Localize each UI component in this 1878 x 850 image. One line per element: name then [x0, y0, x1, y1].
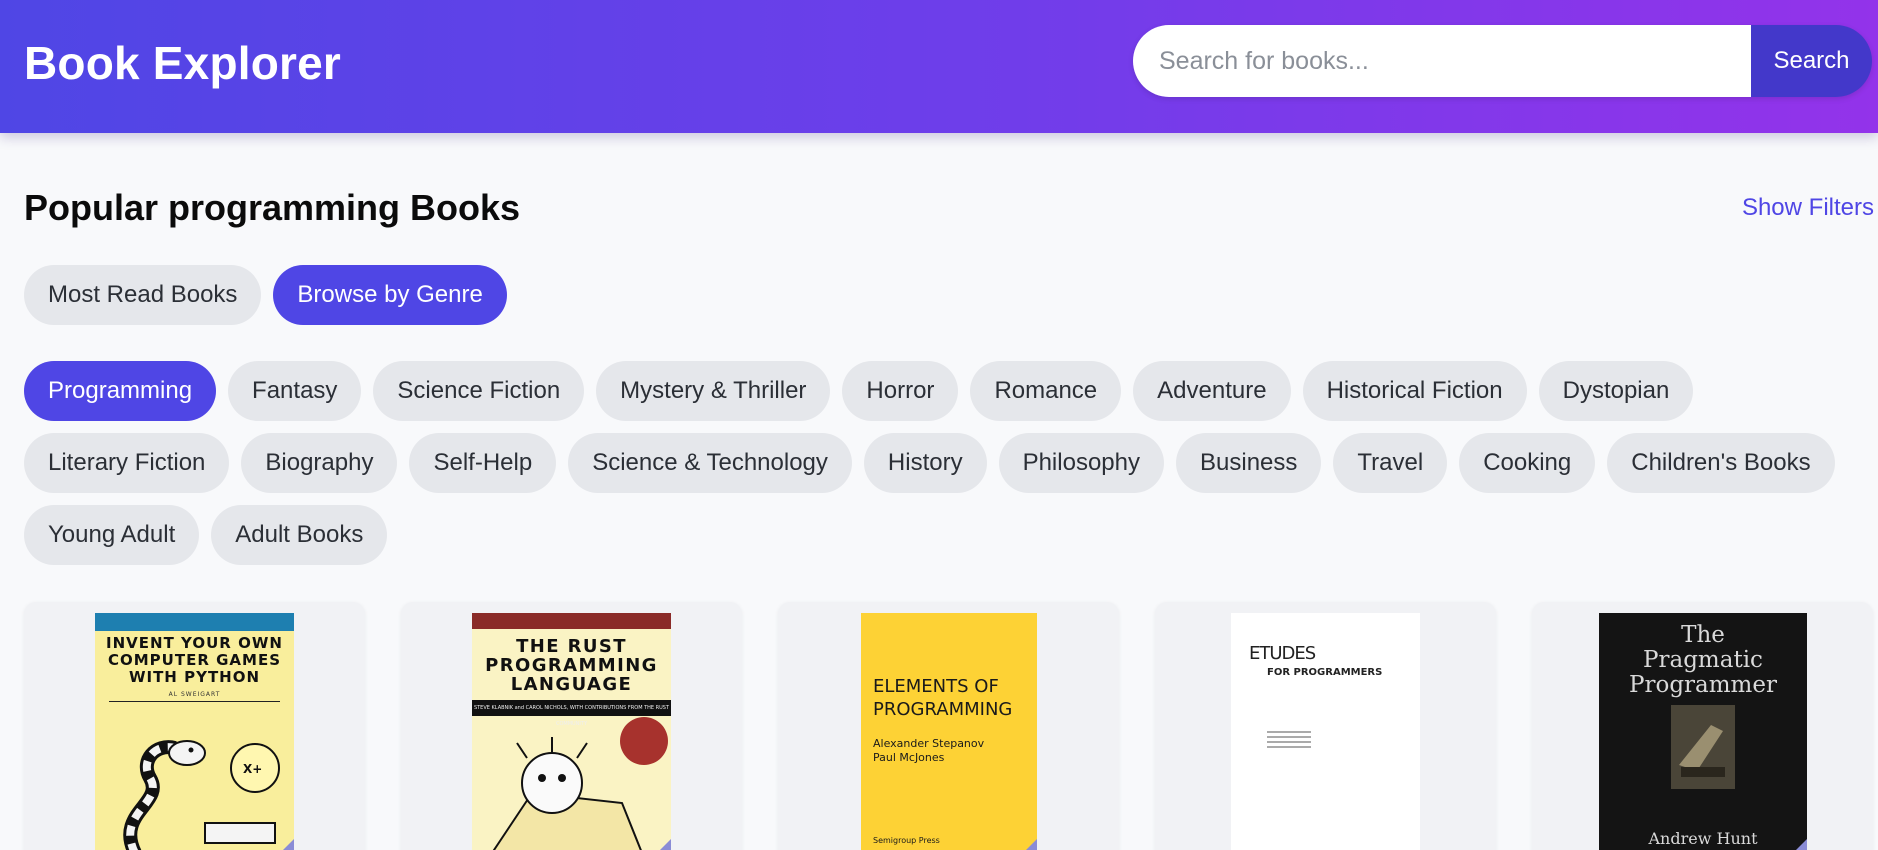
woodworking-plane-image-icon	[1671, 705, 1735, 789]
cover-title: INVENT YOUR OWN COMPUTER GAMES WITH PYTH…	[106, 634, 283, 686]
genre-chip-science-technology[interactable]: Science & Technology	[568, 433, 852, 493]
show-filters-link[interactable]: Show Filters	[1742, 194, 1874, 222]
genre-chip-historical-fiction[interactable]: Historical Fiction	[1302, 361, 1527, 421]
search-bar: Search	[1133, 25, 1872, 97]
genre-chip-programming[interactable]: Programming	[24, 361, 217, 421]
genre-chip-romance[interactable]: Romance	[970, 361, 1122, 421]
genre-chip-travel[interactable]: Travel	[1333, 433, 1448, 493]
book-grid: INVENT YOUR OWN COMPUTER GAMES WITH PYTH…	[24, 602, 1873, 850]
book-card[interactable]: ETUDES FOR PROGRAMMERS	[1155, 602, 1496, 850]
book-cover-image: The Pragmatic Programmer Andrew Hunt	[1599, 613, 1807, 850]
cover-fine-print	[1267, 731, 1311, 751]
cover-author: Andrew Hunt	[1648, 829, 1758, 848]
genre-chip-history[interactable]: History	[863, 433, 987, 493]
search-input[interactable]	[1133, 25, 1751, 97]
app-title: Book Explorer	[24, 37, 342, 89]
cover-publisher: Semigroup Press	[873, 836, 940, 845]
genre-chip-business[interactable]: Business	[1176, 433, 1322, 493]
cover-subtitle: FOR PROGRAMMERS	[1267, 667, 1383, 678]
svg-text:X+: X+	[243, 762, 262, 776]
page-title: Popular programming Books	[24, 187, 521, 228]
genre-chip-horror[interactable]: Horror	[842, 361, 959, 421]
crab-mascot-illustration-icon	[492, 717, 668, 850]
book-card[interactable]: ELEMENTS OF PROGRAMMING Alexander Stepan…	[778, 602, 1119, 850]
search-button[interactable]: Search	[1751, 25, 1872, 97]
genre-chip-childrens-books[interactable]: Children's Books	[1607, 433, 1835, 493]
book-card[interactable]: The Pragmatic Programmer Andrew Hunt	[1532, 602, 1873, 850]
book-card[interactable]: THE RUST PROGRAMMING LANGUAGE STEVE KLAB…	[401, 602, 742, 850]
cover-author-2: Paul McJones	[873, 751, 945, 764]
genre-chip-adventure[interactable]: Adventure	[1133, 361, 1291, 421]
cover-author: Alexander Stepanov Paul McJones	[873, 737, 984, 765]
snake-illustration-icon: X+	[123, 740, 280, 850]
book-cover-image: INVENT YOUR OWN COMPUTER GAMES WITH PYTH…	[95, 613, 294, 850]
genre-chip-fantasy[interactable]: Fantasy	[228, 361, 362, 421]
genre-chip-philosophy[interactable]: Philosophy	[998, 433, 1164, 493]
book-cover-image: ELEMENTS OF PROGRAMMING Alexander Stepan…	[861, 613, 1037, 850]
cover-title: ELEMENTS OF PROGRAMMING	[873, 676, 1013, 720]
genre-chip-science-fiction[interactable]: Science Fiction	[373, 361, 585, 421]
cover-title: ETUDES	[1249, 643, 1316, 664]
genre-chip-literary-fiction[interactable]: Literary Fiction	[24, 433, 230, 493]
cover-author-1: Alexander Stepanov	[873, 737, 985, 750]
genre-chip-mystery-thriller[interactable]: Mystery & Thriller	[596, 361, 831, 421]
cover-title: THE RUST PROGRAMMING LANGUAGE	[485, 636, 658, 695]
genre-chip-cooking[interactable]: Cooking	[1459, 433, 1596, 493]
genre-chip-biography[interactable]: Biography	[241, 433, 398, 493]
genre-chip-dystopian[interactable]: Dystopian	[1538, 361, 1694, 421]
genre-chips: Programming Fantasy Science Fiction Myst…	[24, 361, 1854, 565]
cover-title: The Pragmatic Programmer	[1629, 622, 1777, 698]
genre-chip-adult-books[interactable]: Adult Books	[211, 505, 388, 565]
genre-chip-young-adult[interactable]: Young Adult	[24, 505, 200, 565]
tab-most-read-books[interactable]: Most Read Books	[24, 265, 262, 325]
app-header: Book Explorer Search	[0, 0, 1878, 133]
book-cover-image: ETUDES FOR PROGRAMMERS	[1231, 613, 1420, 850]
cover-author: AL SWEIGART	[168, 691, 221, 698]
book-card[interactable]: INVENT YOUR OWN COMPUTER GAMES WITH PYTH…	[24, 602, 365, 850]
mode-tabs: Most Read Books Browse by Genre	[24, 265, 507, 325]
genre-chip-self-help[interactable]: Self-Help	[409, 433, 557, 493]
tab-browse-by-genre[interactable]: Browse by Genre	[273, 265, 507, 325]
book-cover-image: THE RUST PROGRAMMING LANGUAGE STEVE KLAB…	[472, 613, 671, 850]
